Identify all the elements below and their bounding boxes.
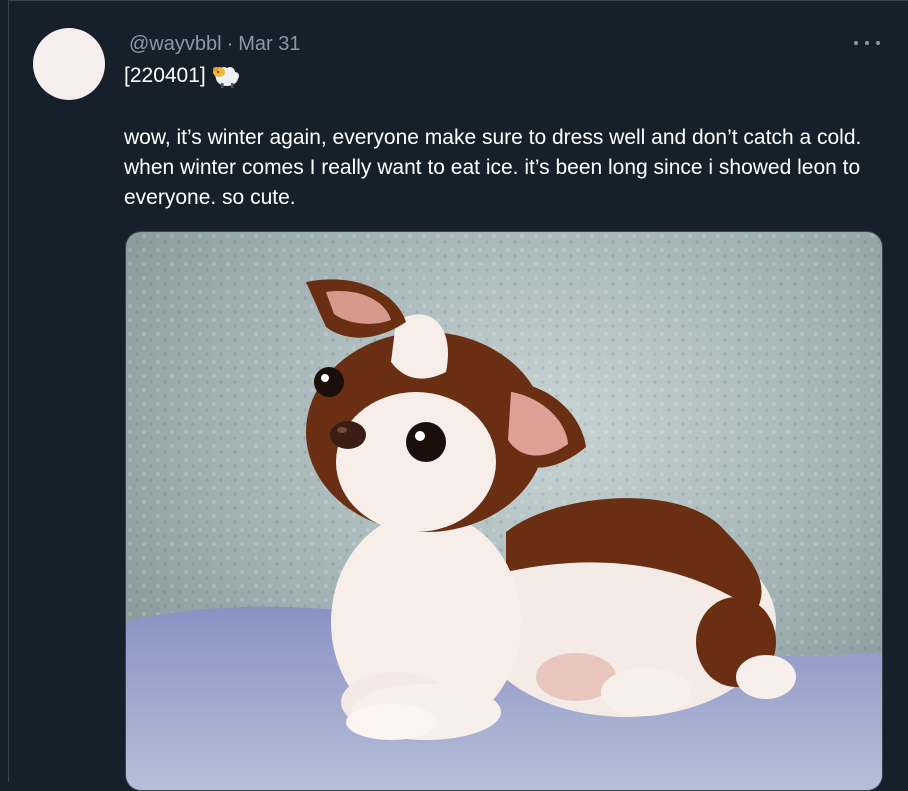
tweet-code-line: [220401] [124, 63, 240, 89]
more-options-icon[interactable] [854, 35, 880, 51]
date-code: [220401] [124, 64, 206, 87]
tweet-text: wow, it’s winter again, everyone make su… [124, 126, 862, 209]
tweet-card[interactable]: @wayvbbl · Mar 31 [220401] wow, it’s winte… [8, 0, 908, 791]
tweet-photo[interactable] [125, 231, 883, 791]
separator-dot: · [226, 33, 234, 55]
user-handle[interactable]: @wayvbbl [129, 33, 222, 55]
sheep-emoji-icon [212, 67, 239, 88]
puppy-photo [126, 232, 882, 790]
tweet-date[interactable]: Mar 31 [238, 33, 300, 55]
more-dot [854, 41, 858, 45]
tweet-header: @wayvbbl · Mar 31 [129, 33, 300, 56]
more-dot [876, 41, 880, 45]
more-dot [865, 41, 869, 45]
avatar[interactable] [33, 28, 105, 100]
